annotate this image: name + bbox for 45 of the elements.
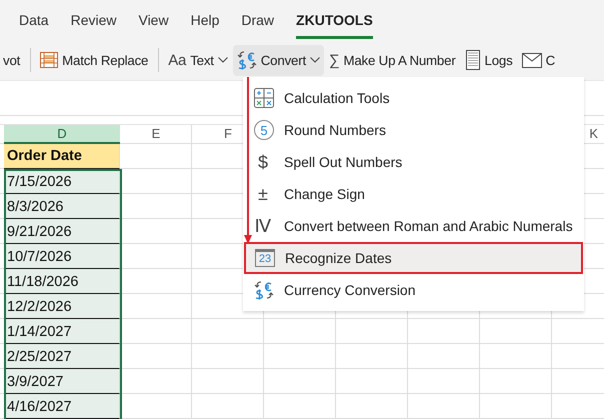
- ribbon-tab[interactable]: Help: [190, 0, 220, 40]
- ribbon-tab[interactable]: Draw: [241, 0, 274, 40]
- font-icon: Aa: [168, 52, 186, 68]
- symbol-icon: Ⅳ: [254, 215, 272, 237]
- menu-item[interactable]: Currency Conversion: [243, 274, 584, 306]
- ribbon-tab[interactable]: ZKUTOOLS: [296, 1, 373, 39]
- toolbar-button[interactable]: C: [518, 44, 555, 76]
- calendar-icon: 23: [255, 249, 275, 267]
- toolbar-button[interactable]: Match Replace: [36, 44, 152, 76]
- calculator-grid-icon: [254, 88, 274, 108]
- table-cell: 1/14/2027: [4, 319, 120, 344]
- ribbon-tab[interactable]: Review: [70, 0, 116, 40]
- menu-item[interactable]: ± Change Sign: [243, 178, 584, 210]
- menu-item[interactable]: $ Spell Out Numbers: [243, 146, 584, 178]
- table-cell: 3/9/2027: [4, 369, 120, 394]
- currency-swap-icon: [236, 50, 257, 70]
- table-cell: 12/2/2026: [4, 294, 120, 319]
- symbol-icon: ±: [254, 184, 272, 204]
- ribbon-tab[interactable]: Data: [19, 0, 49, 40]
- table-cell: 7/15/2026: [4, 169, 120, 194]
- ribbon-tab[interactable]: View: [138, 0, 169, 40]
- menu-item[interactable]: 23 Recognize Dates: [244, 242, 583, 274]
- toolbar-button[interactable]: ∑ Make Up A Number: [324, 44, 460, 76]
- sum-icon: ∑: [328, 52, 340, 68]
- menu-item[interactable]: Calculation Tools: [243, 82, 584, 114]
- mail-icon: [522, 52, 542, 68]
- numbered-circle-icon: 5: [254, 120, 274, 140]
- notepad-icon: [464, 50, 481, 70]
- toolbar-button[interactable]: vot: [0, 44, 24, 76]
- table-cell: 11/18/2026: [4, 269, 120, 294]
- menu-item[interactable]: Ⅳ Convert between Roman and Arabic Numerals: [243, 210, 584, 242]
- table-cell: 4/16/2027: [4, 394, 120, 419]
- toolbar-button[interactable]: Logs: [460, 44, 517, 76]
- symbol-icon: $: [254, 152, 272, 172]
- table-cell: 2/25/2027: [4, 344, 120, 369]
- toolbar-button[interactable]: Convert: [232, 44, 324, 76]
- table-cell: 8/3/2026: [4, 194, 120, 219]
- currency-swap-icon: [254, 280, 274, 300]
- table-icon: [40, 52, 58, 68]
- column-header[interactable]: E: [120, 125, 192, 144]
- table-cell: 9/21/2026: [4, 219, 120, 244]
- table-cell: 10/7/2026: [4, 244, 120, 269]
- table-header-cell: Order Date: [4, 144, 120, 169]
- column-header[interactable]: D: [4, 125, 120, 144]
- toolbar-button[interactable]: Aa Text: [164, 44, 232, 76]
